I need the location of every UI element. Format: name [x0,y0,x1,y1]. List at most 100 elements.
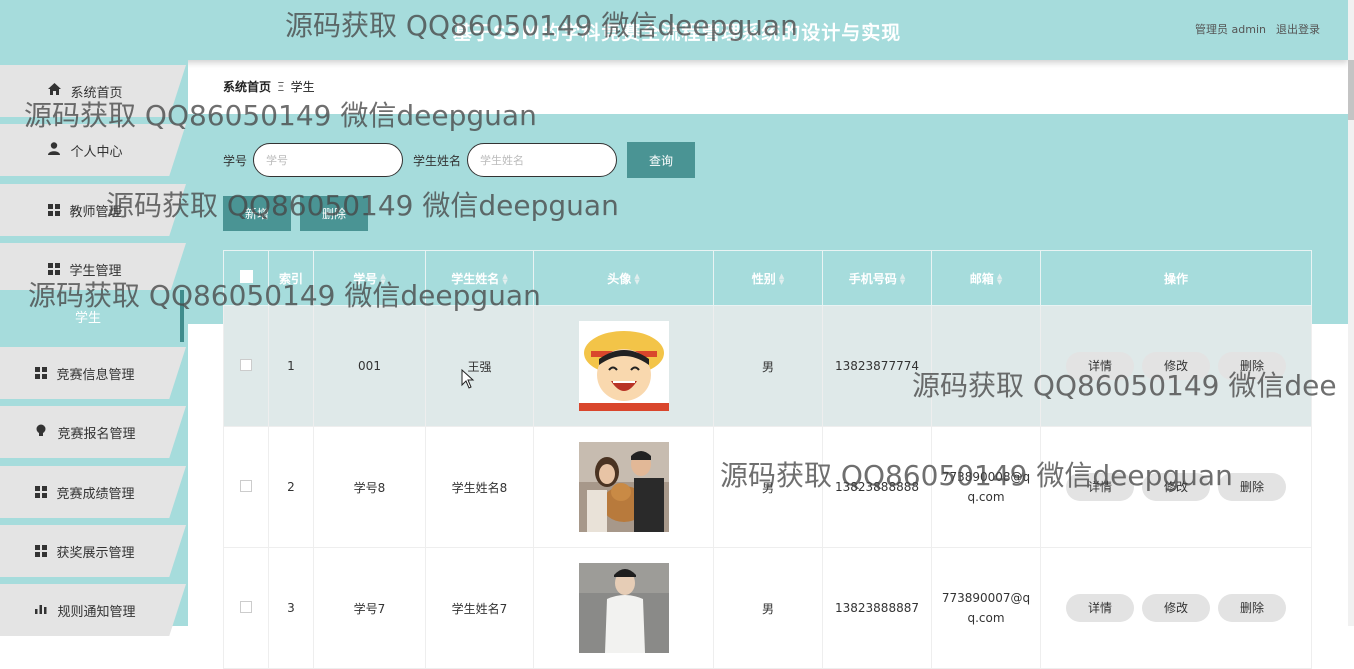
sidebar-item-label: 个人中心 [70,144,123,160]
table-row[interactable]: 1 001 王强 男 13823877774 详情 修改 删除 [223,305,1312,427]
column-header[interactable]: 学号 ▲ ▼ [313,250,426,306]
cell-student-name: 学生姓名8 [425,426,534,548]
avatar [578,442,669,532]
sidebar-item-registration[interactable]: 竞赛报名管理 [0,406,186,458]
detail-button[interactable]: 详情 [1066,352,1134,380]
query-button[interactable]: 查询 [627,142,696,178]
sidebar-item-awards[interactable]: 获奖展示管理 [0,525,186,577]
top-header: 基于SSM的学科竞赛全流程管理系统的设计与实现 管理员 admin 退出登录 [0,0,1348,60]
cell-email: 773890008@qq.com [931,426,1041,548]
delete-button[interactable]: 删除 [300,196,368,231]
student-name-label: 学生姓名 [413,153,462,168]
student-table: 索引 学号 ▲ ▼ 学生姓名 ▲ ▼ 头像 ▲ ▼ 性别 ▲ ▼ 手机号码 ▲ ▼ 邮箱 ▲ ▼ 操作 … [223,250,1312,669]
column-header[interactable]: 头像 ▲ ▼ [533,250,714,306]
sidebar-item-label: 获奖展示管理 [56,545,135,561]
select-all-checkbox[interactable] [239,270,253,283]
column-header[interactable]: 性别 ▲ ▼ [713,250,823,306]
cell-phone: 13823888887 [822,547,932,669]
sort-icon: ▲ ▼ [380,272,386,286]
avatar [578,321,669,411]
add-button[interactable]: 新增 [223,196,291,231]
cell-email: 773890007@qq.com [931,547,1041,669]
sidebar-item-label: 学生管理 [69,263,122,279]
remove-button[interactable]: 删除 [1218,594,1286,622]
system-title: 基于SSM的学科竞赛全流程管理系统的设计与实现 [452,22,902,44]
cell-student-id: 001 [313,305,426,427]
sidebar-item-teacher-manage[interactable]: 教师管理 [0,184,186,236]
column-header[interactable]: 手机号码 ▲ ▼ [822,250,932,306]
remove-button[interactable]: 删除 [1218,473,1286,501]
home-icon [47,83,61,99]
sidebar-item-rules[interactable]: 规则通知管理 [0,584,186,636]
bar-chart-icon [34,603,48,618]
sidebar-item-label: 学生 [74,310,101,326]
cell-gender: 男 [713,547,823,669]
cell-index: 1 [268,305,314,427]
sidebar-item-home[interactable]: 系统首页 [0,65,186,117]
cell-operations: 详情 修改 删除 [1040,426,1312,548]
avatar [578,563,669,653]
cell-email [931,305,1041,427]
sort-icon: ▲ ▼ [634,272,640,286]
sidebar-item-label: 竞赛报名管理 [57,426,136,442]
cell-gender: 男 [713,426,823,548]
cell-avatar [533,547,714,669]
cell-avatar [533,426,714,548]
action-bar: 新增 删除 [223,196,377,231]
table-header-row: 索引 学号 ▲ ▼ 学生姓名 ▲ ▼ 头像 ▲ ▼ 性别 ▲ ▼ 手机号码 ▲ ▼ 邮箱 ▲ ▼ 操作 [223,250,1312,306]
grid-icon [48,263,61,275]
row-checkbox[interactable] [240,479,252,492]
edit-button[interactable]: 修改 [1142,352,1210,380]
cell-index: 3 [268,547,314,669]
student-name-input[interactable] [467,143,618,177]
logout-link[interactable]: 退出登录 [1276,21,1320,37]
sidebar-item-student-manage[interactable]: 学生管理 [0,243,186,295]
page-scrollbar[interactable] [1348,0,1354,626]
cell-operations: 详情 修改 删除 [1040,547,1312,669]
mouse-cursor-icon [461,369,475,389]
column-header: 操作 [1040,250,1312,306]
table-row[interactable]: 3 学号7 学生姓名7 男 13823888887 773890007@qq.c… [223,547,1312,669]
sidebar-item-label: 教师管理 [69,204,122,220]
table-row[interactable]: 2 学号8 学生姓名8 男 13823888888 773890008@qq.c… [223,426,1312,548]
sidebar-item-competition-info[interactable]: 竞赛信息管理 [0,347,186,399]
student-id-input[interactable] [253,143,404,177]
sort-icon: ▲ ▼ [899,272,906,286]
sort-icon: ▲ ▼ [778,272,785,286]
edit-button[interactable]: 修改 [1142,594,1210,622]
sidebar-item-scores[interactable]: 竞赛成绩管理 [0,466,186,518]
student-id-label: 学号 [223,153,248,168]
sidebar-item-label: 竞赛信息管理 [56,367,135,383]
cell-avatar [533,305,714,427]
cell-student-name: 王强 [425,305,534,427]
sidebar-item-profile[interactable]: 个人中心 [0,124,186,176]
search-bar: 学号 学生姓名 查询 [223,142,696,178]
cell-student-name: 学生姓名7 [425,547,534,669]
user-icon [47,141,61,159]
breadcrumb-separator: Ξ [277,80,285,94]
row-checkbox[interactable] [240,600,252,613]
grid-icon [48,204,61,216]
detail-button[interactable]: 详情 [1066,473,1134,501]
grid-icon [35,486,48,498]
cell-gender: 男 [713,305,823,427]
remove-button[interactable]: 删除 [1218,352,1286,380]
breadcrumb-home[interactable]: 系统首页 [223,80,271,94]
sidebar-subitem-student[interactable]: 学生 [0,290,186,342]
column-header[interactable]: 邮箱 ▲ ▼ [931,250,1041,306]
column-header[interactable]: 学生姓名 ▲ ▼ [425,250,534,306]
sidebar-item-label: 系统首页 [70,85,123,101]
cell-student-id: 学号7 [313,547,426,669]
bulb-icon [34,424,48,441]
sidebar-item-label: 竞赛成绩管理 [56,486,135,502]
grid-icon [35,367,48,379]
row-checkbox[interactable] [240,358,252,371]
cell-student-id: 学号8 [313,426,426,548]
sort-icon: ▲ ▼ [996,272,1003,286]
column-header[interactable]: 索引 [268,250,314,306]
detail-button[interactable]: 详情 [1066,594,1134,622]
scrollbar-thumb[interactable] [1348,60,1354,120]
edit-button[interactable]: 修改 [1142,473,1210,501]
select-all-header[interactable] [223,250,269,306]
cell-index: 2 [268,426,314,548]
